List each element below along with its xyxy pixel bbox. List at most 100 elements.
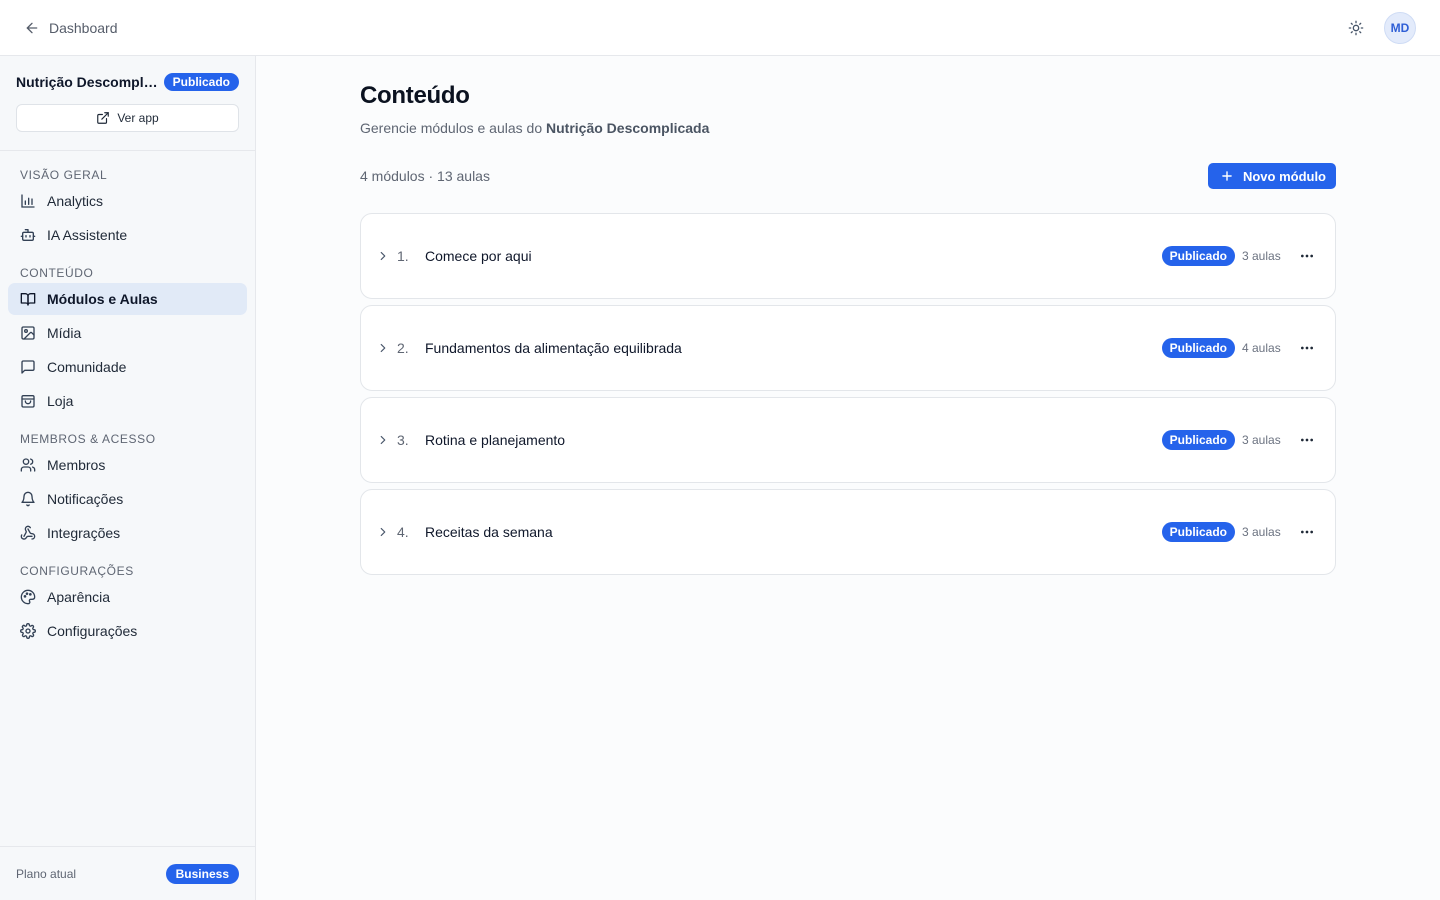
- top-right-actions: MD: [1344, 11, 1416, 44]
- users-icon: [20, 457, 36, 473]
- chevron-right-icon[interactable]: [375, 432, 391, 448]
- module-number: 2.: [397, 340, 409, 356]
- new-module-button[interactable]: Novo módulo: [1207, 163, 1336, 189]
- message-square-icon: [20, 359, 36, 375]
- module-number: 1.: [397, 248, 409, 264]
- theme-toggle-button[interactable]: [1344, 16, 1368, 40]
- plan-label: Plano atual: [16, 866, 77, 881]
- external-link-icon: [96, 111, 110, 125]
- sidebar-item-ia-assistente[interactable]: IA Assistente: [8, 219, 247, 251]
- module-list: 1. Comece por aqui Publicado 3 aulas 2. …: [360, 213, 1336, 575]
- sidebar-item-label: Módulos e Aulas: [47, 291, 158, 307]
- sidebar-nav: VISÃO GERAL Analytics IA Assistente CONT…: [0, 151, 255, 647]
- module-status-badge: Publicado: [1161, 246, 1235, 266]
- more-horizontal-icon: [1299, 340, 1315, 356]
- module-lesson-count: 4 módulos · 13 aulas: [360, 168, 490, 184]
- bot-icon: [20, 227, 36, 243]
- module-card[interactable]: 4. Receitas da semana Publicado 3 aulas: [360, 489, 1336, 575]
- sun-icon: [1348, 20, 1364, 36]
- sidebar-item-label: IA Assistente: [47, 227, 128, 243]
- sidebar-item-modulos-e-aulas[interactable]: Módulos e Aulas: [8, 283, 247, 315]
- app-status-badge: Publicado: [163, 73, 239, 91]
- nav-section-settings: CONFIGURAÇÕES Aparência Configurações: [8, 559, 247, 647]
- plus-icon: [1220, 169, 1234, 183]
- module-lesson-count: 4 aulas: [1242, 341, 1281, 355]
- arrow-left-icon: [24, 20, 40, 36]
- module-card[interactable]: 3. Rotina e planejamento Publicado 3 aul…: [360, 397, 1336, 483]
- sidebar-item-label: Aparência: [47, 589, 111, 605]
- nav-section-title: VISÃO GERAL: [20, 168, 108, 182]
- sidebar-item-label: Analytics: [47, 193, 104, 209]
- sidebar-item-membros[interactable]: Membros: [8, 449, 247, 481]
- current-plan: Plano atual Business: [0, 846, 255, 900]
- module-title: Receitas da semana: [425, 524, 553, 540]
- sidebar-item-label: Integrações: [47, 525, 121, 541]
- back-to-dashboard-link[interactable]: Dashboard: [24, 20, 118, 36]
- module-number: 4.: [397, 524, 409, 540]
- bell-icon: [20, 491, 36, 507]
- sidebar-item-label: Notificações: [47, 491, 124, 507]
- webhook-icon: [20, 525, 36, 541]
- bar-chart-icon: [20, 193, 36, 209]
- more-horizontal-icon: [1299, 432, 1315, 448]
- chevron-right-icon[interactable]: [375, 248, 391, 264]
- sidebar: Nutrição Descomplicada Publicado Ver app…: [0, 56, 256, 900]
- sidebar-item-comunidade[interactable]: Comunidade: [8, 351, 247, 383]
- module-number: 3.: [397, 432, 409, 448]
- new-module-label: Novo módulo: [1242, 168, 1326, 184]
- view-app-label: Ver app: [117, 111, 159, 125]
- more-horizontal-icon: [1299, 524, 1315, 540]
- page-subtitle: Gerencie módulos e aulas do Nutrição Des…: [360, 120, 1336, 136]
- palette-icon: [20, 589, 36, 605]
- back-link-label: Dashboard: [49, 19, 118, 36]
- module-title: Rotina e planejamento: [425, 432, 566, 448]
- module-status-badge: Publicado: [1161, 430, 1235, 450]
- sidebar-item-label: Mídia: [47, 325, 82, 341]
- shopping-bag-icon: [20, 393, 36, 409]
- nav-section-title: MEMBROS & ACESSO: [20, 432, 156, 446]
- page-title: Conteúdo: [360, 82, 470, 109]
- module-lesson-count: 3 aulas: [1242, 249, 1281, 263]
- nav-section-overview: VISÃO GERAL Analytics IA Assistente: [8, 163, 247, 251]
- app-name: Nutrição Descomplicada: [16, 74, 159, 90]
- subtitle-app-name: Nutrição Descomplicada: [546, 120, 710, 136]
- module-card[interactable]: 2. Fundamentos da alimentação equilibrad…: [360, 305, 1336, 391]
- chevron-right-icon[interactable]: [375, 524, 391, 540]
- module-card[interactable]: 1. Comece por aqui Publicado 3 aulas: [360, 213, 1336, 299]
- sidebar-item-midia[interactable]: Mídia: [8, 317, 247, 349]
- sidebar-item-label: Loja: [47, 393, 74, 409]
- nav-section-members: MEMBROS & ACESSO Membros Notificações In…: [8, 427, 247, 549]
- sidebar-item-notificacoes[interactable]: Notificações: [8, 483, 247, 515]
- more-options-button[interactable]: [1295, 244, 1319, 268]
- sidebar-item-label: Membros: [47, 457, 106, 473]
- image-icon: [20, 325, 36, 341]
- sidebar-item-analytics[interactable]: Analytics: [8, 185, 247, 217]
- app-header: Nutrição Descomplicada Publicado Ver app: [0, 56, 255, 151]
- more-options-button[interactable]: [1295, 428, 1319, 452]
- top-bar: Dashboard MD: [0, 0, 1440, 56]
- module-lesson-count: 3 aulas: [1242, 525, 1281, 539]
- sidebar-item-aparencia[interactable]: Aparência: [8, 581, 247, 613]
- module-title: Fundamentos da alimentação equilibrada: [425, 340, 682, 356]
- module-status-badge: Publicado: [1161, 522, 1235, 542]
- nav-section-title: CONFIGURAÇÕES: [20, 564, 134, 578]
- main-content: Conteúdo Gerencie módulos e aulas do Nut…: [360, 56, 1336, 581]
- more-horizontal-icon: [1299, 248, 1315, 264]
- sidebar-item-label: Comunidade: [47, 359, 127, 375]
- view-app-button[interactable]: Ver app: [16, 104, 239, 132]
- sidebar-item-integracoes[interactable]: Integrações: [8, 517, 247, 549]
- sidebar-item-configuracoes[interactable]: Configurações: [8, 615, 247, 647]
- user-avatar[interactable]: MD: [1384, 11, 1416, 44]
- plan-badge[interactable]: Business: [165, 863, 239, 884]
- module-status-badge: Publicado: [1161, 338, 1235, 358]
- module-lesson-count: 3 aulas: [1242, 433, 1281, 447]
- book-open-icon: [20, 291, 36, 307]
- chevron-right-icon[interactable]: [375, 340, 391, 356]
- more-options-button[interactable]: [1295, 336, 1319, 360]
- gear-icon: [20, 623, 36, 639]
- nav-section-title: CONTEÚDO: [20, 266, 94, 280]
- sidebar-item-label: Configurações: [47, 623, 138, 639]
- sidebar-item-loja[interactable]: Loja: [8, 385, 247, 417]
- content-toolbar: 4 módulos · 13 aulas Novo módulo: [360, 163, 1336, 189]
- more-options-button[interactable]: [1295, 520, 1319, 544]
